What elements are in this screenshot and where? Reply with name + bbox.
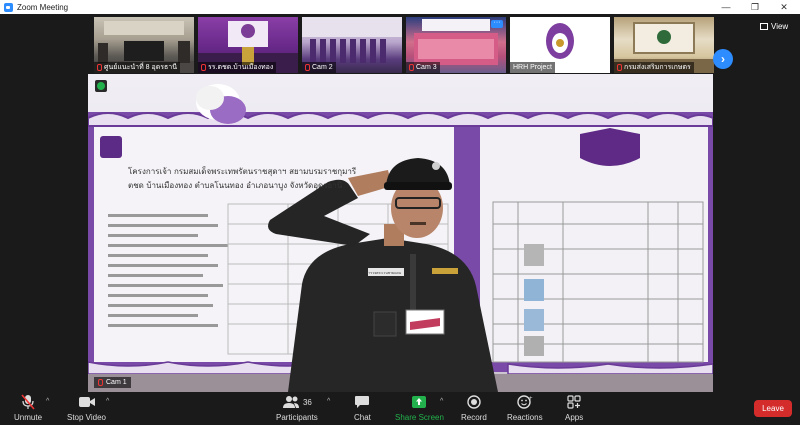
speaker-name: Cam 1	[94, 377, 131, 388]
participant-name: กรมส่งเสริมการเกษตร	[614, 62, 694, 73]
apps-icon	[567, 394, 581, 410]
thumbnail-strip: ศูนย์แนะนำที่ 8 อุดรธานี รร.ตชด.บ้านเมือ…	[94, 17, 714, 73]
muted-mic-icon	[617, 64, 622, 71]
encryption-shield-icon[interactable]	[95, 80, 107, 92]
uniform-patch-text: ตำรวจตระเวนชายแดน	[366, 271, 402, 275]
more-options-icon[interactable]: ···	[491, 19, 503, 28]
unmute-button[interactable]: Unmute	[14, 394, 42, 422]
svg-text:+: +	[529, 396, 533, 402]
participants-options-chevron-icon[interactable]: ^	[327, 398, 330, 405]
video-options-chevron-icon[interactable]: ^	[106, 398, 109, 405]
window-title: Zoom Meeting	[17, 2, 69, 12]
smiley-icon: +	[517, 394, 533, 410]
muted-microphone-icon	[21, 394, 35, 410]
close-icon[interactable]: ✕	[771, 0, 797, 14]
muted-mic-icon	[97, 64, 102, 71]
record-button[interactable]: Record	[461, 394, 487, 422]
share-screen-button[interactable]: Share Screen	[395, 394, 444, 422]
minimize-icon[interactable]: —	[713, 0, 739, 14]
participant-thumbnail[interactable]: Cam 2	[302, 17, 402, 73]
shield-check-icon	[97, 82, 105, 90]
apps-button[interactable]: Apps	[565, 394, 583, 422]
participant-thumbnail[interactable]: HRH Project	[510, 17, 610, 73]
leave-button[interactable]: Leave	[754, 400, 792, 417]
view-button[interactable]: View	[760, 20, 788, 32]
share-screen-icon	[411, 394, 427, 410]
muted-mic-icon	[409, 64, 414, 71]
video-camera-icon	[78, 394, 96, 410]
participants-icon: 36	[282, 394, 312, 410]
chat-bubble-icon	[354, 394, 370, 410]
muted-mic-icon	[98, 379, 103, 386]
participant-name: Cam 3	[406, 62, 440, 73]
participant-name: HRH Project	[510, 62, 555, 73]
participant-thumbnail[interactable]: กรมส่งเสริมการเกษตร	[614, 17, 714, 73]
participants-count: 36	[302, 397, 312, 407]
video-scene: โครงการเจ้า กรมสมเด็จพระเทพรัตนราชสุดาฯ …	[88, 84, 713, 392]
meeting-toolbar: Unmute ^ Stop Video ^ 36 Participants ^ …	[0, 392, 800, 425]
main-video[interactable]: โครงการเจ้า กรมสมเด็จพระเทพรัตนราชสุดาฯ …	[88, 74, 713, 392]
restore-icon[interactable]: ❐	[742, 0, 768, 14]
stop-video-button[interactable]: Stop Video	[67, 394, 106, 422]
title-bar: Zoom Meeting — ❐ ✕	[0, 0, 800, 14]
participant-name: รร.ตชด.บ้านเมืองทอง	[198, 62, 277, 73]
reactions-button[interactable]: + Reactions	[507, 394, 543, 422]
muted-mic-icon	[201, 64, 206, 71]
participant-name: ศูนย์แนะนำที่ 8 อุดรธานี	[94, 62, 180, 73]
zoom-logo-icon	[4, 2, 13, 12]
participant-thumbnail[interactable]: รร.ตชด.บ้านเมืองทอง	[198, 17, 298, 73]
meeting-stage: ศูนย์แนะนำที่ 8 อุดรธานี รร.ตชด.บ้านเมือ…	[0, 14, 800, 392]
participants-button[interactable]: 36 Participants	[276, 394, 318, 422]
chat-button[interactable]: Chat	[354, 394, 371, 422]
audio-options-chevron-icon[interactable]: ^	[46, 398, 49, 405]
next-page-button[interactable]: ›	[713, 49, 733, 69]
participant-thumbnail[interactable]: ศูนย์แนะนำที่ 8 อุดรธานี	[94, 17, 194, 73]
muted-mic-icon	[305, 64, 310, 71]
participant-name: Cam 2	[302, 62, 336, 73]
share-options-chevron-icon[interactable]: ^	[440, 398, 443, 405]
view-label: View	[771, 21, 789, 31]
grid-view-icon	[760, 22, 768, 30]
participant-thumbnail[interactable]: ··· Cam 3	[406, 17, 506, 73]
poster-heading-line2: ตชด บ้านเมืองทอง ตำบลโนนทอง อำเภอนาบูง จ…	[128, 180, 343, 191]
record-icon	[467, 394, 481, 410]
poster-heading-line1: โครงการเจ้า กรมสมเด็จพระเทพรัตนราชสุดาฯ …	[128, 166, 357, 176]
